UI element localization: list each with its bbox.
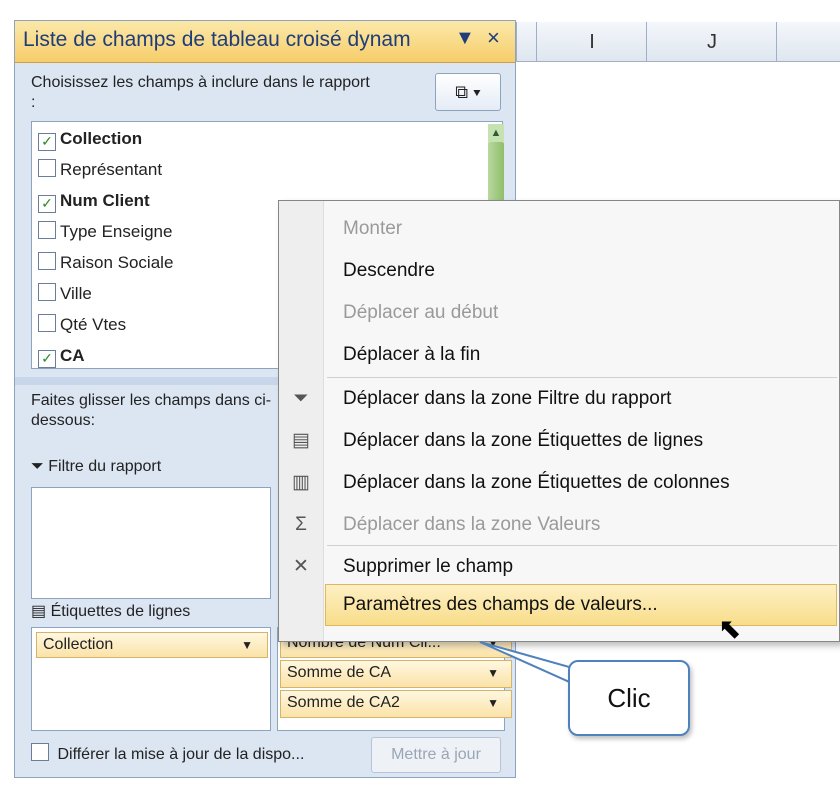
scroll-up-icon[interactable]: ▲ [488, 124, 504, 142]
checkbox-checked-icon[interactable]: ✓ [38, 195, 56, 213]
field-item-num-client[interactable]: ✓ Num Client [38, 188, 150, 214]
field-label: Qté Vtes [60, 315, 127, 334]
defer-update-option[interactable]: Différer la mise à jour de la dispo... [31, 743, 371, 764]
panel-menu-dropdown-icon[interactable]: ▼ [455, 27, 475, 50]
checkbox-icon[interactable] [38, 252, 56, 270]
chevron-down-icon[interactable]: ▼ [487, 691, 499, 715]
checkbox-icon[interactable] [38, 159, 56, 177]
row-labels-dropzone[interactable]: Collection ▼ [31, 627, 271, 731]
chip-label: Somme de CA [287, 664, 392, 681]
field-item-type-enseigne[interactable]: Type Enseigne [38, 219, 172, 245]
field-item-ca[interactable]: ✓ CA [38, 343, 85, 369]
checkbox-icon[interactable] [38, 314, 56, 332]
field-label: Raison Sociale [60, 253, 174, 272]
row-labels-icon: ▤ [31, 603, 47, 620]
row-labels-header: ▤ Étiquettes de lignes [31, 601, 281, 621]
panel-title-bar: Liste de champs de tableau croisé dynam … [15, 21, 515, 63]
chip-label: Collection [43, 636, 114, 653]
row-labels-label: Étiquettes de lignes [50, 603, 191, 620]
callout-bubble: Clic [568, 660, 690, 736]
field-chip-collection[interactable]: Collection ▼ [36, 632, 268, 658]
report-filter-dropzone[interactable] [31, 487, 271, 599]
sigma-icon: Σ [295, 514, 307, 535]
menu-separator [327, 377, 837, 378]
chevron-down-icon[interactable]: ▼ [241, 633, 253, 657]
field-label: Ville [60, 284, 92, 303]
field-label: Représentant [60, 160, 163, 179]
field-chip-somme-ca2[interactable]: Somme de CA2 ▼ [280, 690, 512, 718]
field-label: CA [60, 346, 85, 365]
field-item-collection[interactable]: ✓ Collection [38, 126, 142, 152]
menu-item-deplacer-fin[interactable]: Déplacer à la fin [343, 335, 480, 375]
remove-icon: ✕ [293, 556, 309, 577]
drag-fields-label: Faites glisser les champs dans ci-dessou… [31, 392, 272, 429]
defer-update-label: Différer la mise à jour de la dispo... [57, 746, 305, 763]
field-label: Type Enseigne [60, 222, 173, 241]
layout-button[interactable]: ⧉ ▾ [435, 73, 501, 111]
column-header-j[interactable]: J [646, 22, 777, 62]
panel-title: Liste de champs de tableau croisé dynam [23, 28, 411, 51]
column-header-partial [516, 22, 537, 62]
report-filter-header: ⏷ Filtre du rapport [31, 458, 271, 476]
field-item-ville[interactable]: Ville [38, 281, 92, 307]
field-label: Collection [60, 129, 143, 148]
menu-item-parametres-champs-valeurs[interactable]: Paramètres des champs de valeurs... [343, 585, 658, 625]
choose-fields-label: Choisissez les champs à inclure dans le … [31, 74, 370, 111]
column-header-row: I J [516, 22, 840, 62]
checkbox-icon[interactable] [38, 283, 56, 301]
filter-icon: ⏷ [31, 458, 44, 475]
menu-item-zone-valeurs[interactable]: Déplacer dans la zone Valeurs [343, 505, 600, 545]
filter-icon: ⏷ [293, 388, 309, 409]
menu-item-deplacer-debut[interactable]: Déplacer au début [343, 293, 498, 333]
report-filter-label: Filtre du rapport [48, 458, 162, 475]
field-item-raison-sociale[interactable]: Raison Sociale [38, 250, 173, 276]
column-labels-icon: ▥ [292, 472, 310, 493]
menu-item-zone-colonnes[interactable]: Déplacer dans la zone Étiquettes de colo… [343, 463, 730, 503]
column-header-next[interactable] [776, 22, 840, 62]
checkbox-checked-icon[interactable]: ✓ [38, 350, 56, 368]
menu-item-descendre[interactable]: Descendre [343, 251, 435, 291]
menu-separator [327, 545, 837, 546]
field-label: Num Client [60, 191, 150, 210]
menu-item-zone-filtre[interactable]: Déplacer dans la zone Filtre du rapport [343, 379, 671, 419]
menu-item-monter[interactable]: Monter [343, 209, 402, 249]
chip-label: Somme de CA2 [287, 694, 400, 711]
checkbox-checked-icon[interactable]: ✓ [38, 133, 56, 151]
mouse-cursor-icon: ⬉ [718, 613, 742, 644]
row-labels-icon: ▤ [292, 430, 310, 451]
field-item-qte-vtes[interactable]: Qté Vtes [38, 312, 126, 338]
column-header-i[interactable]: I [536, 22, 647, 62]
context-menu: Monter Descendre Déplacer au début Dépla… [278, 200, 840, 642]
menu-item-zone-lignes[interactable]: Déplacer dans la zone Étiquettes de lign… [343, 421, 703, 461]
update-button[interactable]: Mettre à jour [371, 737, 501, 773]
checkbox-icon[interactable] [38, 221, 56, 239]
menu-item-supprimer[interactable]: Supprimer le champ [343, 547, 513, 587]
field-item-representant[interactable]: Représentant [38, 157, 162, 183]
checkbox-icon[interactable] [31, 743, 49, 761]
close-icon[interactable]: × [487, 25, 500, 51]
